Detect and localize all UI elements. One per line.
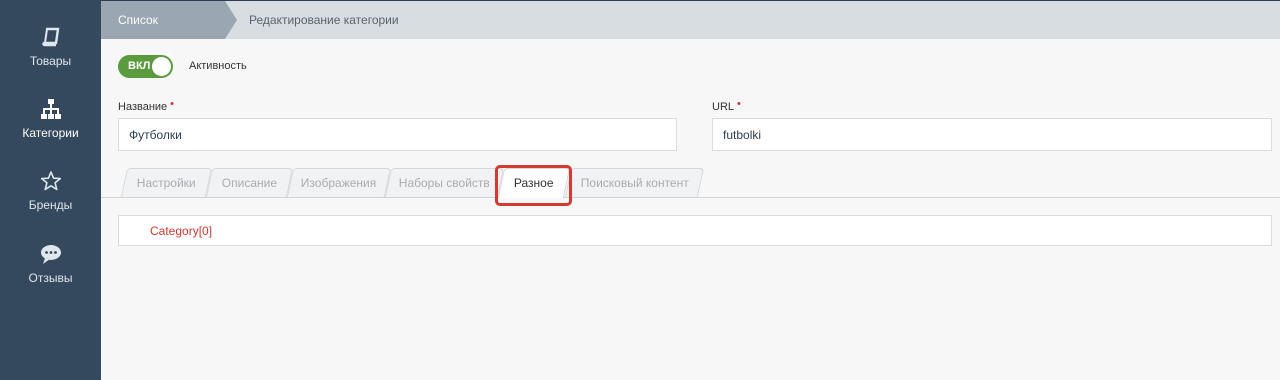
misc-content-panel: Category[0]: [118, 215, 1272, 246]
book-icon: [41, 27, 59, 47]
sidebar-item-label: Отзывы: [28, 271, 73, 285]
tab-description[interactable]: Описание: [205, 168, 294, 197]
tab-settings[interactable]: Настройки: [120, 168, 213, 197]
name-label-text: Название: [118, 101, 168, 113]
name-input[interactable]: [118, 118, 677, 151]
comment-icon: [40, 245, 61, 264]
tab-label: Поисковый контент: [580, 176, 689, 190]
category-field-text: Category[0]: [150, 224, 213, 238]
sidebar-item-label: Бренды: [28, 198, 73, 212]
breadcrumb-category-list-link[interactable]: Список категорий: [101, 1, 237, 65]
breadcrumb: Список категорий Редактирование категори…: [101, 0, 1280, 65]
tab-property-sets[interactable]: Наборы свойств: [384, 168, 505, 197]
tab-label: Описание: [221, 176, 277, 190]
tab-search-content[interactable]: Поисковый контент: [564, 168, 705, 197]
url-input[interactable]: [712, 118, 1272, 151]
sidebar: Товары Категории Бренды Отзывы: [0, 0, 101, 380]
tabs-baseline: [101, 197, 1280, 198]
tab-label: Разное: [514, 176, 554, 190]
sitemap-icon: [40, 99, 61, 119]
required-mark: •: [170, 98, 175, 110]
activity-toggle[interactable]: ВКЛ: [118, 55, 173, 78]
tab-images[interactable]: Изображения: [286, 168, 392, 197]
toggle-knob: [152, 57, 171, 76]
sidebar-item-categories[interactable]: Категории: [0, 98, 101, 140]
star-icon: [40, 171, 61, 191]
activity-label: Активность: [189, 60, 247, 72]
tab-label: Изображения: [301, 176, 377, 190]
tab-label: Наборы свойств: [398, 176, 490, 190]
url-label: URL •: [712, 98, 741, 113]
sidebar-item-reviews[interactable]: Отзывы: [0, 243, 101, 285]
sidebar-item-products[interactable]: Товары: [0, 26, 101, 68]
tab-label: Настройки: [136, 176, 196, 190]
breadcrumb-current: Редактирование категории: [249, 13, 399, 27]
sidebar-item-label: Категории: [22, 126, 79, 140]
sidebar-item-label: Товары: [29, 54, 72, 68]
url-label-text: URL: [712, 101, 735, 113]
required-mark: •: [737, 98, 741, 110]
name-label: Название •: [118, 98, 175, 113]
toggle-state-label: ВКЛ: [128, 60, 151, 72]
sidebar-item-brands[interactable]: Бренды: [0, 170, 101, 212]
tab-misc[interactable]: Разное: [497, 168, 571, 198]
